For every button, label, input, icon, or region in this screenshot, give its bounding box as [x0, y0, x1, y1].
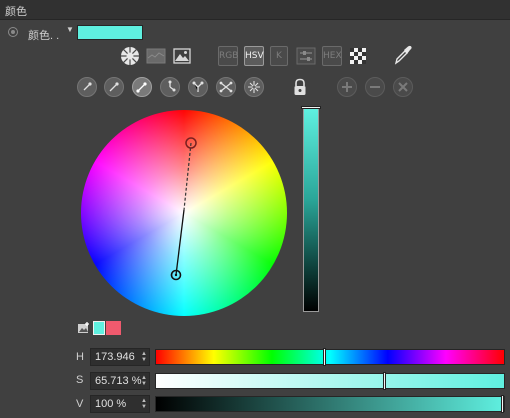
lock-icon[interactable] [290, 77, 310, 97]
saturation-value: 65.713 % [95, 375, 142, 387]
k-mode-button[interactable]: K [270, 46, 288, 66]
hue-field[interactable]: 173.946 ▲ ▼ [90, 348, 150, 366]
value-value: 100 % [95, 398, 127, 410]
value-label: V [76, 398, 84, 410]
hue-value: 173.946 [95, 351, 135, 363]
harmony-6-icon[interactable] [216, 77, 236, 97]
checkerboard-icon[interactable] [348, 46, 368, 66]
harmony-4-icon[interactable] [160, 77, 180, 97]
harmony-3-icon[interactable] [132, 77, 152, 97]
blank-button [77, 46, 97, 66]
saturation-field[interactable]: 65.713 % ▲ ▼ [90, 372, 150, 390]
hex-mode-button[interactable]: HEX [322, 46, 342, 66]
saturation-label: S [76, 374, 84, 386]
sliders-icon[interactable] [296, 46, 316, 66]
previous-color-swatch[interactable] [106, 321, 121, 335]
harmony-7-icon[interactable] [244, 77, 264, 97]
value-slider[interactable] [303, 108, 319, 312]
rgb-mode-button[interactable]: RGB [218, 46, 238, 66]
saturation-slider-handle[interactable] [382, 372, 386, 390]
eyedropper-icon[interactable] [393, 45, 413, 65]
palette-add-icon[interactable] [77, 321, 91, 335]
chevron-down-icon[interactable]: ▼ [66, 25, 74, 34]
value-bar-slider[interactable] [155, 395, 505, 413]
spinner-icon[interactable]: ▲ ▼ [141, 398, 147, 410]
clear-icon[interactable] [393, 77, 413, 97]
add-icon[interactable] [337, 77, 357, 97]
spectrum-icon[interactable] [146, 46, 166, 66]
color-wheel-icon[interactable] [120, 46, 140, 66]
wheel-markers [170, 137, 197, 281]
image-icon[interactable] [172, 46, 192, 66]
value-field[interactable]: 100 % ▲ ▼ [90, 395, 150, 413]
parameter-radio[interactable] [8, 27, 18, 37]
parameter-color-swatch[interactable] [77, 25, 143, 40]
panel-title: 颜色 [5, 6, 27, 18]
panel-header: 颜色 [0, 0, 510, 20]
spinner-icon[interactable]: ▲ ▼ [141, 375, 147, 387]
parameter-label: 颜色. . [28, 30, 60, 42]
harmony-1-icon[interactable] [77, 77, 97, 97]
spinner-icon[interactable]: ▲ ▼ [141, 351, 147, 363]
hue-label: H [76, 351, 84, 363]
hue-slider-handle[interactable] [322, 348, 326, 366]
hue-slider[interactable] [155, 348, 505, 366]
harmony-2-icon[interactable] [104, 77, 124, 97]
current-color-swatch[interactable] [93, 321, 105, 335]
hsv-mode-button[interactable]: HSV [244, 46, 264, 66]
saturation-slider[interactable] [155, 372, 505, 390]
harmony-5-icon[interactable] [188, 77, 208, 97]
remove-icon[interactable] [365, 77, 385, 97]
value-slider-handle[interactable] [301, 106, 321, 109]
value-bar-slider-handle[interactable] [501, 395, 504, 413]
